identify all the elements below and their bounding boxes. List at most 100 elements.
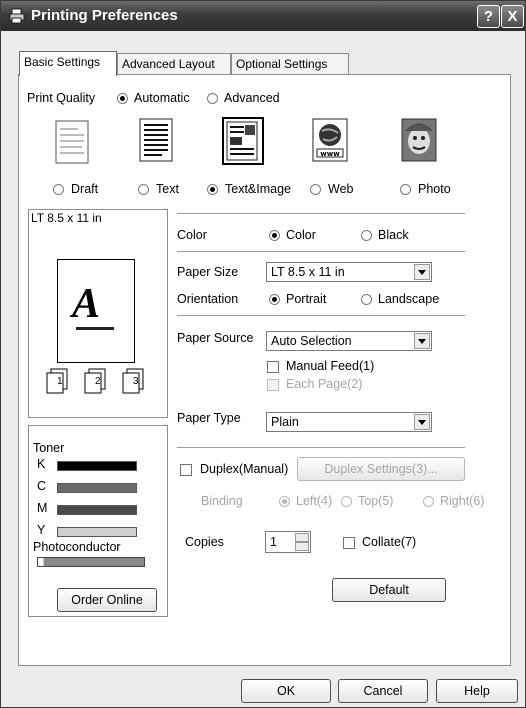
chevron-down-icon[interactable] [414, 414, 430, 430]
landscape-label[interactable]: Landscape [378, 292, 439, 306]
portrait-radio[interactable] [269, 294, 280, 305]
automatic-radio[interactable] [117, 93, 128, 104]
paper-size-select[interactable]: LT 8.5 x 11 in [266, 262, 432, 282]
portrait-label[interactable]: Portrait [286, 292, 326, 306]
preview-page: A [57, 259, 135, 363]
text-label[interactable]: Text [156, 182, 179, 196]
duplex-settings-button[interactable]: Duplex Settings(3)... [297, 457, 465, 481]
toner-m-label: M [37, 501, 48, 515]
tab-optional-settings[interactable]: Optional Settings [231, 53, 349, 74]
tab-label: Basic Settings [24, 55, 101, 69]
print-quality-label: Print Quality [27, 91, 96, 105]
copies-stepper[interactable]: 1 [265, 531, 311, 553]
automatic-label[interactable]: Automatic [134, 91, 190, 105]
cancel-button[interactable]: Cancel [338, 679, 428, 703]
separator [177, 251, 465, 252]
tab-advanced-layout[interactable]: Advanced Layout [117, 53, 231, 74]
web-label[interactable]: Web [328, 182, 353, 196]
photo-label[interactable]: Photo [418, 182, 451, 196]
draft-label[interactable]: Draft [71, 182, 98, 196]
advanced-label[interactable]: Advanced [224, 91, 280, 105]
paper-type-select[interactable]: Plain [266, 412, 432, 432]
printing-preferences-dialog: Printing Preferences ? X Basic Settings … [0, 0, 526, 708]
black-option-label[interactable]: Black [378, 228, 409, 242]
text-image-document-icon[interactable] [222, 117, 264, 165]
manual-feed-label[interactable]: Manual Feed(1) [286, 359, 374, 373]
paper-type-label: Paper Type [177, 411, 241, 425]
draft-document-icon[interactable] [54, 119, 92, 165]
help-button[interactable]: Help [436, 679, 518, 703]
web-globe-icon[interactable]: www [311, 117, 349, 163]
cancel-label: Cancel [363, 684, 403, 698]
chevron-down-icon[interactable] [414, 333, 430, 349]
preview-paper-size: LT 8.5 x 11 in [31, 211, 102, 225]
duplex-label[interactable]: Duplex(Manual) [200, 462, 288, 476]
paper-source-select[interactable]: Auto Selection [266, 331, 432, 351]
stepper-down-icon[interactable] [295, 542, 309, 551]
binding-right-label: Right(6) [440, 494, 485, 508]
black-radio[interactable] [361, 230, 372, 241]
collate-checkbox[interactable] [343, 537, 355, 549]
color-option-label[interactable]: Color [286, 228, 316, 242]
toner-k-bar [57, 461, 137, 471]
advanced-radio[interactable] [207, 93, 218, 104]
collate-label[interactable]: Collate(7) [362, 535, 416, 549]
draft-radio[interactable] [53, 184, 64, 195]
paper-type-value: Plain [271, 415, 299, 429]
toner-y-bar [57, 527, 137, 537]
text-radio[interactable] [138, 184, 149, 195]
title-bar[interactable]: Printing Preferences ? X [1, 1, 525, 31]
toner-label: Toner [33, 441, 65, 455]
ok-button[interactable]: OK [241, 679, 331, 703]
manual-feed-checkbox[interactable] [267, 361, 279, 373]
duplex-settings-label: Duplex Settings(3)... [324, 462, 438, 476]
tab-basic-settings[interactable]: Basic Settings [19, 51, 117, 76]
copies-value[interactable]: 1 [270, 535, 277, 549]
binding-top-label: Top(5) [358, 494, 394, 508]
help-title-button[interactable]: ? [477, 5, 500, 28]
duplex-checkbox[interactable] [180, 464, 192, 476]
toner-m-bar [57, 505, 137, 515]
photo-portrait-icon[interactable] [400, 117, 438, 163]
each-page-checkbox[interactable] [267, 379, 279, 391]
binding-top-radio[interactable] [341, 496, 352, 507]
svg-text:www: www [320, 150, 340, 158]
chevron-down-icon[interactable] [414, 264, 430, 280]
binding-right-radio[interactable] [423, 496, 434, 507]
paper-source-label: Paper Source [177, 331, 254, 345]
order-online-label: Order Online [71, 593, 143, 607]
photoconductor-label: Photoconductor [33, 540, 121, 554]
separator [177, 447, 465, 448]
help-label: Help [464, 684, 490, 698]
copy-number-2: 2 [95, 376, 101, 387]
each-page-label: Each Page(2) [286, 377, 363, 391]
stepper-up-icon[interactable] [295, 533, 309, 542]
photo-radio[interactable] [400, 184, 411, 195]
copies-label: Copies [185, 535, 224, 549]
close-icon: X [507, 8, 518, 25]
binding-left-radio[interactable] [279, 496, 290, 507]
paper-size-value: LT 8.5 x 11 in [271, 265, 345, 279]
text-document-icon[interactable] [138, 117, 176, 163]
landscape-radio[interactable] [361, 294, 372, 305]
toner-c-label: C [37, 479, 47, 493]
paper-source-value: Auto Selection [271, 334, 352, 348]
toner-c-bar [57, 483, 137, 493]
text-image-label[interactable]: Text&Image [225, 182, 291, 196]
color-radio[interactable] [269, 230, 280, 241]
separator [177, 315, 465, 316]
photoconductor-bar [37, 557, 145, 567]
separator [177, 213, 465, 214]
toner-y-label: Y [37, 523, 46, 537]
ok-label: OK [276, 684, 296, 698]
copy-number-3: 3 [133, 376, 139, 387]
web-radio[interactable] [310, 184, 321, 195]
orientation-label: Orientation [177, 292, 239, 306]
order-online-button[interactable]: Order Online [57, 588, 157, 612]
binding-label: Binding [201, 494, 243, 508]
default-button[interactable]: Default [332, 578, 446, 602]
copy-number-1: 1 [57, 376, 63, 387]
text-image-radio[interactable] [207, 184, 218, 195]
close-title-button[interactable]: X [501, 5, 524, 28]
default-label: Default [369, 583, 409, 597]
